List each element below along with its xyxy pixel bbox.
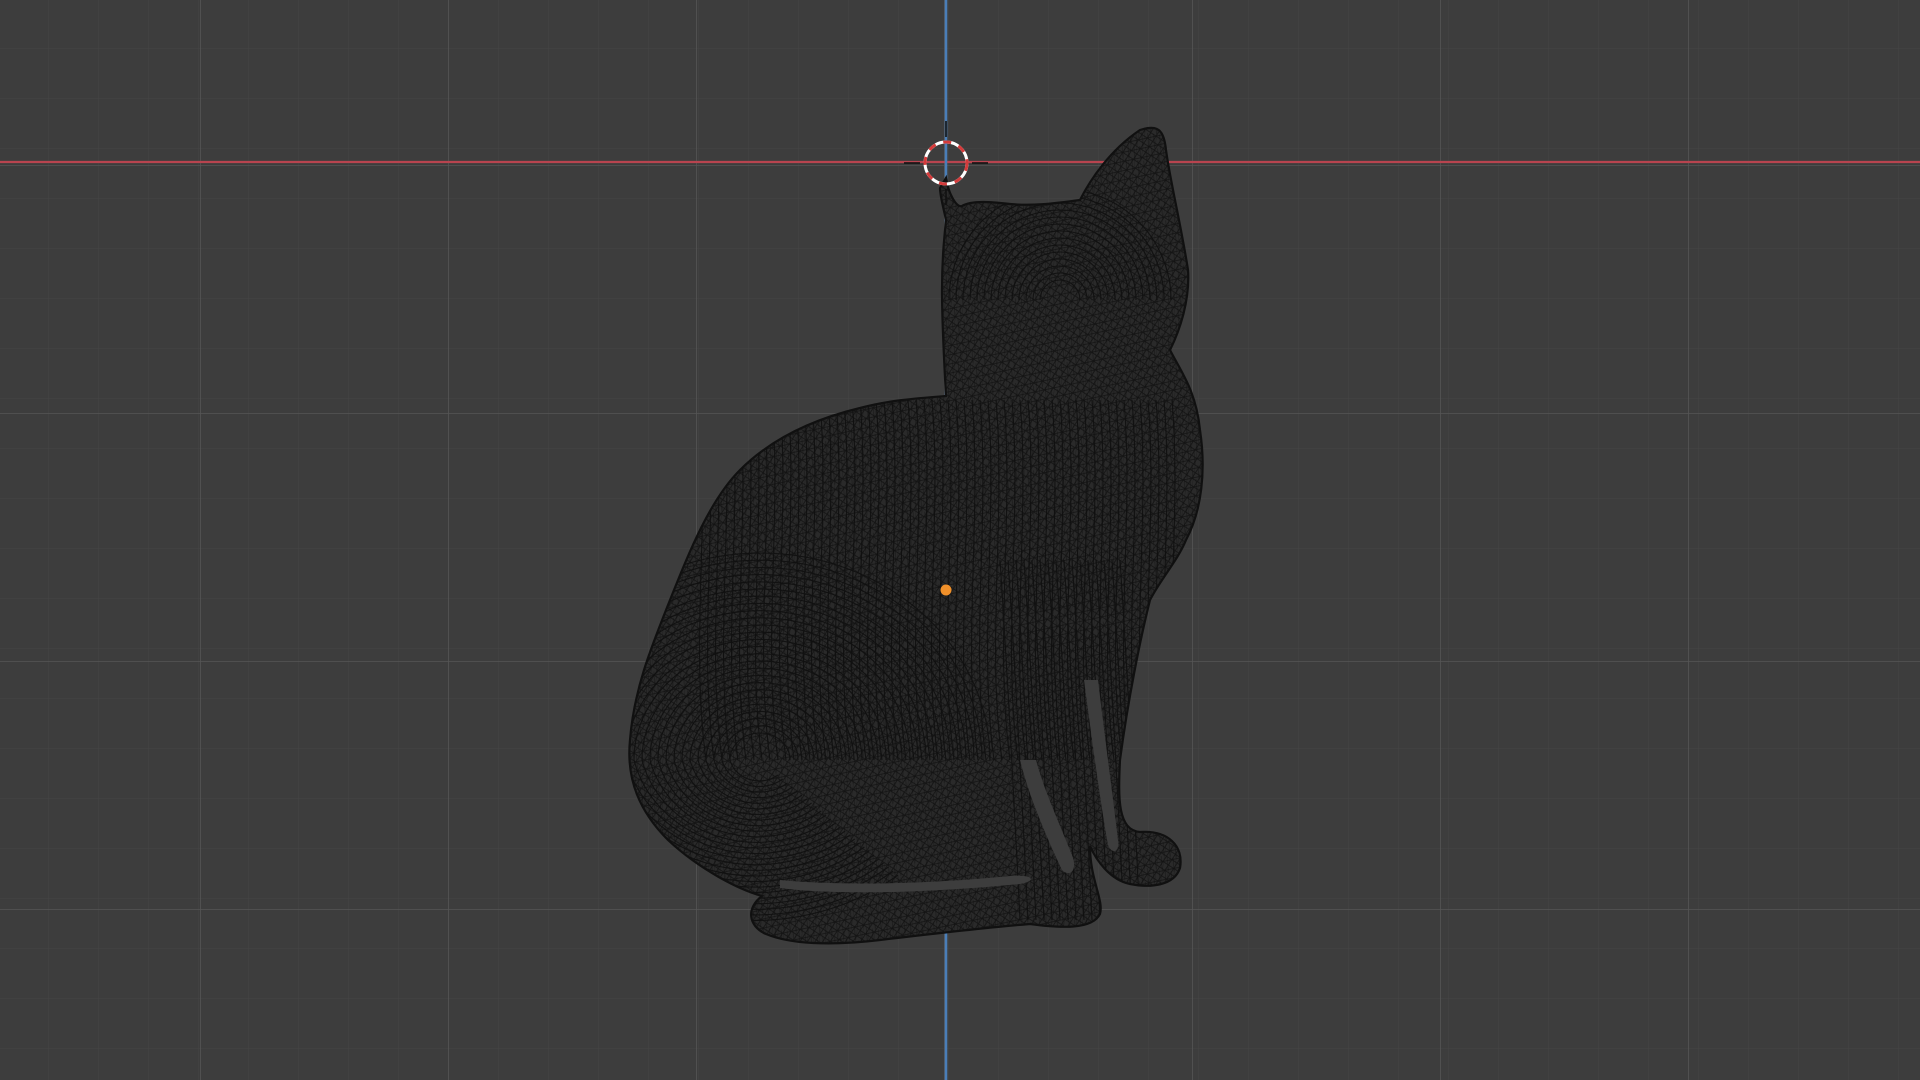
object-origin-dot[interactable] bbox=[940, 584, 952, 596]
3d-viewport[interactable] bbox=[0, 0, 1920, 1080]
viewport-canvas[interactable] bbox=[0, 0, 1920, 1080]
